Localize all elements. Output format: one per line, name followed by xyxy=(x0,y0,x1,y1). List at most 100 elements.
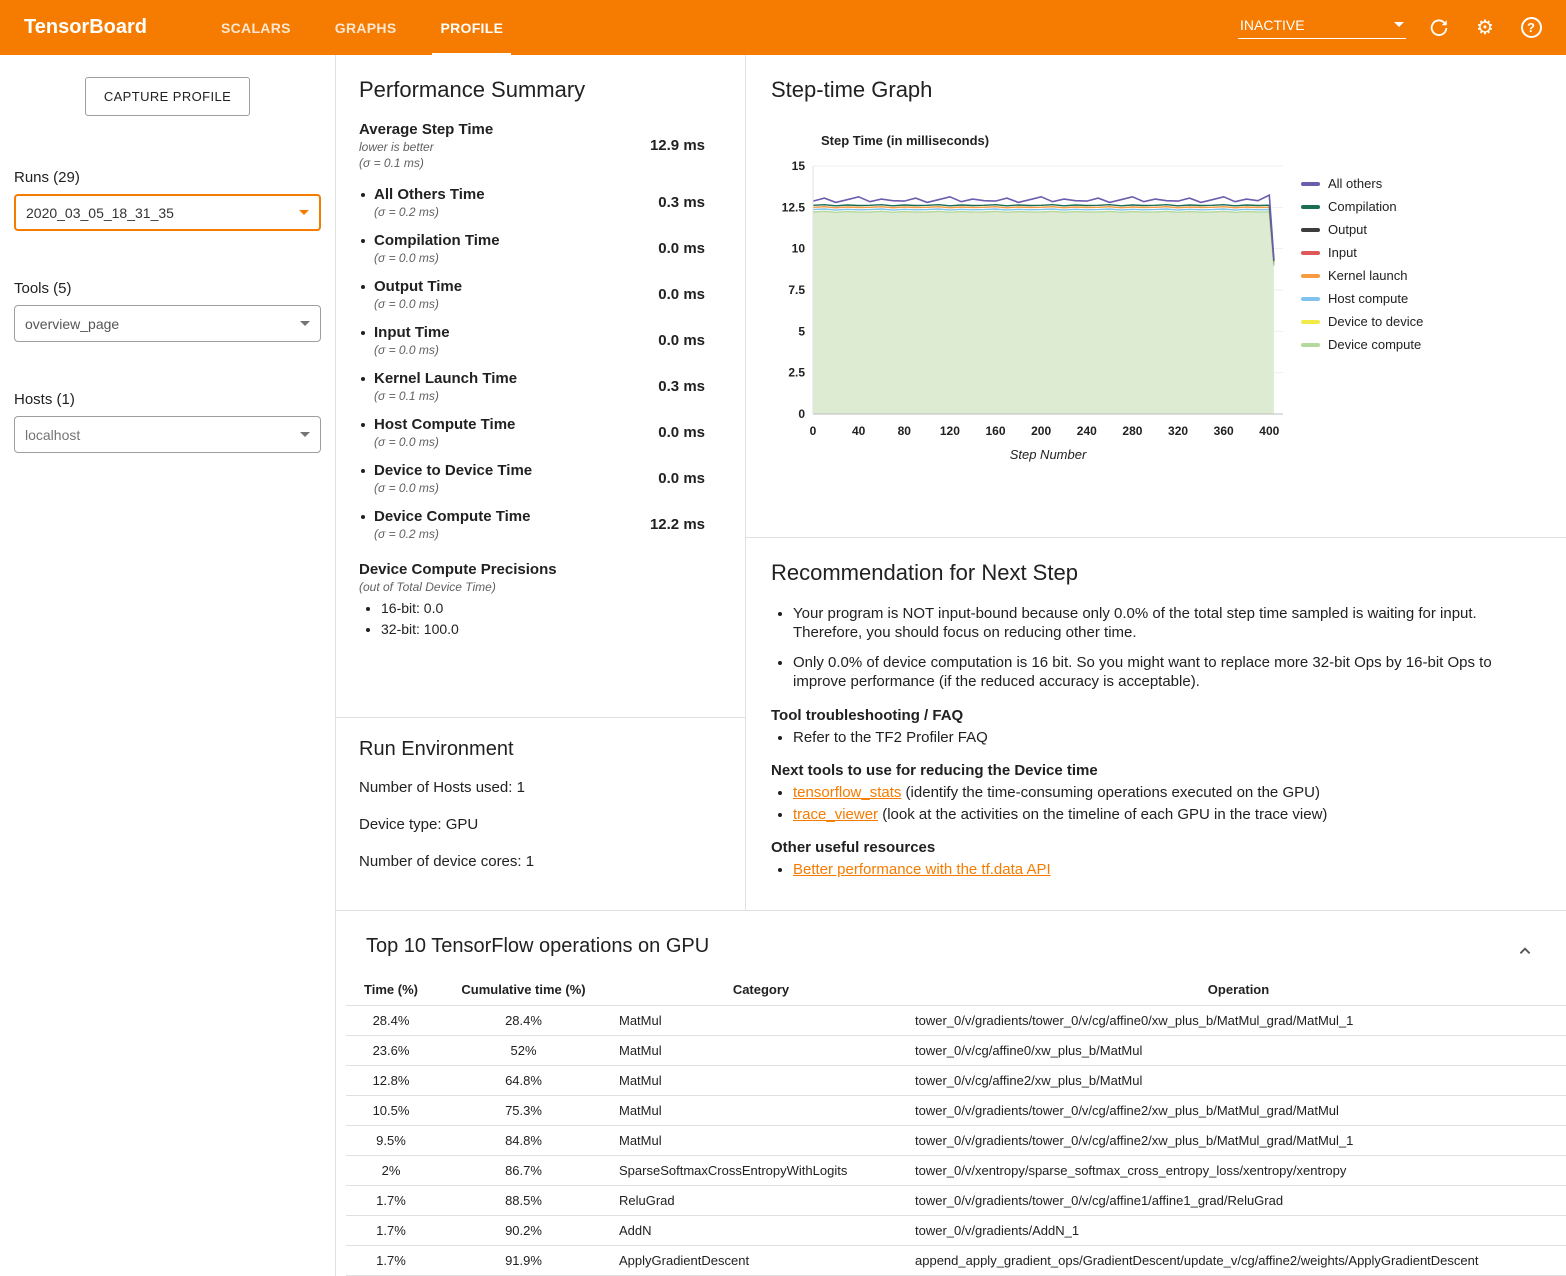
table-cell: 64.8% xyxy=(436,1066,611,1096)
legend-label: Kernel launch xyxy=(1328,268,1408,283)
perf-item-text: Device Compute Time(σ = 0.2 ms) xyxy=(374,508,530,541)
perf-item-label: Compilation Time xyxy=(374,232,500,249)
header-actions: INACTIVE ⚙ ? xyxy=(1238,15,1544,41)
perf-item-value: 0.3 ms xyxy=(658,194,705,211)
svg-text:120: 120 xyxy=(940,424,960,438)
svg-text:7.5: 7.5 xyxy=(788,283,805,297)
perf-item-value: 0.0 ms xyxy=(658,470,705,487)
svg-text:280: 280 xyxy=(1122,424,1142,438)
help-button[interactable]: ? xyxy=(1518,15,1544,41)
legend-swatch xyxy=(1301,297,1320,301)
resource-link[interactable]: tensorflow_stats xyxy=(793,784,901,801)
table-cell: tower_0/v/gradients/AddN_1 xyxy=(911,1216,1566,1246)
link-description: (look at the activities on the timeline … xyxy=(878,806,1327,823)
table-cell: tower_0/v/gradients/tower_0/v/cg/affine1… xyxy=(911,1186,1566,1216)
table-row: 1.7%90.2%AddNtower_0/v/gradients/AddN_1 xyxy=(346,1216,1566,1246)
run-environment-line: Number of Hosts used: 1 xyxy=(359,779,722,796)
table-cell: 75.3% xyxy=(436,1096,611,1126)
legend-label: Device to device xyxy=(1328,314,1423,329)
perf-item-text: Device to Device Time(σ = 0.0 ms) xyxy=(374,462,532,495)
perf-item-value: 12.2 ms xyxy=(650,516,705,533)
app-title: TensorBoard xyxy=(24,16,147,39)
table-cell: tower_0/v/gradients/tower_0/v/cg/affine0… xyxy=(911,1006,1566,1036)
perf-item-left: Device Compute Time(σ = 0.2 ms) xyxy=(359,508,530,541)
perf-item-text: All Others Time(σ = 0.2 ms) xyxy=(374,186,485,219)
perf-item-label: Host Compute Time xyxy=(374,416,515,433)
legend-swatch xyxy=(1301,274,1320,278)
svg-text:160: 160 xyxy=(986,424,1006,438)
table-header-row: Time (%)Cumulative time (%)CategoryOpera… xyxy=(346,974,1566,1006)
legend-swatch xyxy=(1301,343,1320,347)
chevron-down-icon xyxy=(299,210,309,215)
table-cell: 1.7% xyxy=(346,1246,436,1276)
table-row: 28.4%28.4%MatMultower_0/v/gradients/towe… xyxy=(346,1006,1566,1036)
refresh-button[interactable] xyxy=(1426,15,1452,41)
svg-text:12.5: 12.5 xyxy=(782,200,806,214)
bullet-icon xyxy=(361,515,365,519)
column-header: Category xyxy=(611,974,911,1006)
legend-swatch xyxy=(1301,320,1320,324)
collapse-button[interactable] xyxy=(1514,940,1536,965)
perf-item: Input Time(σ = 0.0 ms)0.0 ms xyxy=(359,324,705,357)
resource-link[interactable]: Better performance with the tf.data API xyxy=(793,861,1051,878)
table-cell: 84.8% xyxy=(436,1126,611,1156)
legend-item: Device compute xyxy=(1301,337,1423,352)
settings-button[interactable]: ⚙ xyxy=(1472,15,1498,41)
bullet-icon xyxy=(361,285,365,289)
perf-item: Kernel Launch Time(σ = 0.1 ms)0.3 ms xyxy=(359,370,705,403)
tools-select[interactable]: overview_page xyxy=(14,305,321,342)
tab-scalars[interactable]: SCALARS xyxy=(199,0,313,55)
perf-item-text: Compilation Time(σ = 0.0 ms) xyxy=(374,232,500,265)
perf-item-label: Output Time xyxy=(374,278,462,295)
table-row: 9.5%84.8%MatMultower_0/v/gradients/tower… xyxy=(346,1126,1566,1156)
legend-swatch xyxy=(1301,182,1320,186)
perf-item-value: 0.0 ms xyxy=(658,424,705,441)
legend-label: Output xyxy=(1328,222,1367,237)
legend-label: Device compute xyxy=(1328,337,1421,352)
svg-text:Step Number: Step Number xyxy=(1010,447,1087,462)
runs-select[interactable]: 2020_03_05_18_31_35 xyxy=(14,194,321,231)
table-cell: 2% xyxy=(346,1156,436,1186)
perf-item: All Others Time(σ = 0.2 ms) 0.3 ms xyxy=(359,186,705,219)
step-time-chart: 02.557.51012.515040801201602002402803203… xyxy=(771,154,1291,466)
status-dropdown[interactable]: INACTIVE xyxy=(1238,17,1406,39)
hosts-label: Hosts (1) xyxy=(14,391,321,408)
link-item: trace_viewer (look at the activities on … xyxy=(793,806,1520,823)
table-row: 10.5%75.3%MatMultower_0/v/gradients/towe… xyxy=(346,1096,1566,1126)
tab-profile[interactable]: PROFILE xyxy=(418,0,525,55)
perf-item-left: Output Time (σ = 0.0 ms) xyxy=(359,278,462,311)
perf-item-text: Input Time(σ = 0.0 ms) xyxy=(374,324,450,357)
table-cell: 90.2% xyxy=(436,1216,611,1246)
bullet-icon xyxy=(361,423,365,427)
table-cell: 28.4% xyxy=(346,1006,436,1036)
capture-profile-button[interactable]: CAPTURE PROFILE xyxy=(85,77,250,116)
top-ops-card: Top 10 TensorFlow operations on GPU Time… xyxy=(336,911,1566,1276)
tab-graphs[interactable]: GRAPHS xyxy=(313,0,419,55)
table-cell: 86.7% xyxy=(436,1156,611,1186)
svg-text:5: 5 xyxy=(798,324,805,338)
perf-item-label: Kernel Launch Time xyxy=(374,370,517,387)
perf-item: Device to Device Time(σ = 0.0 ms) 0.0 ms xyxy=(359,462,705,495)
run-environment-title: Run Environment xyxy=(359,738,722,761)
perf-item-left: Kernel Launch Time(σ = 0.1 ms) xyxy=(359,370,517,403)
chevron-down-icon xyxy=(1394,22,1404,27)
legend-label: Input xyxy=(1328,245,1357,260)
hosts-select[interactable]: localhost xyxy=(14,416,321,453)
table-cell: tower_0/v/gradients/tower_0/v/cg/affine2… xyxy=(911,1126,1566,1156)
graph-column: Step-time Graph Step Time (in millisecon… xyxy=(746,55,1566,910)
device-compute-precisions: Device Compute Precisions (out of Total … xyxy=(359,561,705,637)
table-cell: 10.5% xyxy=(346,1096,436,1126)
bullet-icon xyxy=(361,331,365,335)
sidebar: CAPTURE PROFILE Runs (29) 2020_03_05_18_… xyxy=(0,55,335,1276)
perf-item-sigma: (σ = 0.0 ms) xyxy=(374,297,462,311)
table-cell: AddN xyxy=(611,1216,911,1246)
perf-item-text: Host Compute Time(σ = 0.0 ms) xyxy=(374,416,515,449)
table-cell: 52% xyxy=(436,1036,611,1066)
runs-select-value: 2020_03_05_18_31_35 xyxy=(26,205,174,221)
resource-link[interactable]: trace_viewer xyxy=(793,806,878,823)
run-environment-line: Number of device cores: 1 xyxy=(359,853,722,870)
legend-label: All others xyxy=(1328,176,1382,191)
table-cell: 1.7% xyxy=(346,1216,436,1246)
table-cell: tower_0/v/gradients/tower_0/v/cg/affine2… xyxy=(911,1096,1566,1126)
table-row: 1.7%88.5%ReluGradtower_0/v/gradients/tow… xyxy=(346,1186,1566,1216)
